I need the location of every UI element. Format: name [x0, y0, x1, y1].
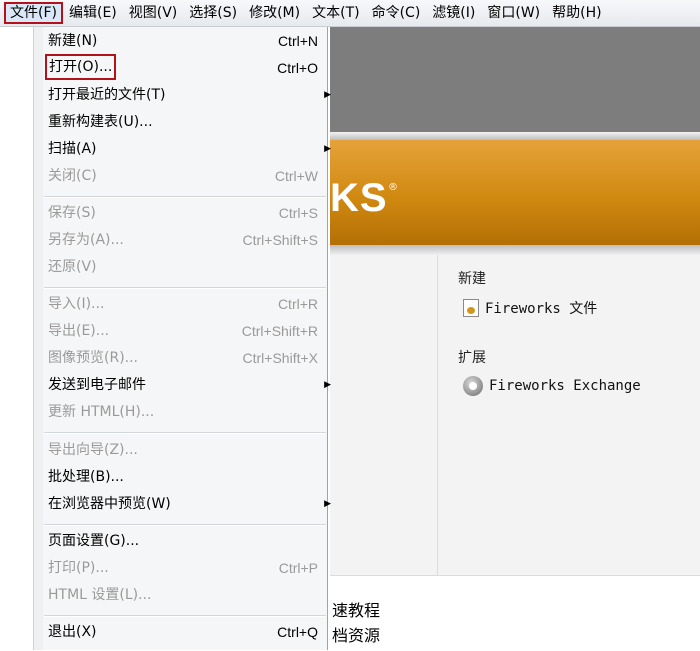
- menu-bar: 文件(F) 编辑(E) 视图(V) 选择(S) 修改(M) 文本(T) 命令(C…: [0, 0, 700, 27]
- menu-item-print: 打印(P)... Ctrl+P: [48, 557, 338, 579]
- menu-item-import-shortcut: Ctrl+R: [277, 296, 318, 312]
- file-menu-dropdown: 新建(N) Ctrl+N 打开(O)... Ctrl+O 打开最近的文件(T) …: [33, 27, 331, 650]
- menu-item-import: 导入(I)... Ctrl+R: [48, 293, 338, 315]
- menu-file[interactable]: 文件(F): [4, 2, 63, 24]
- menu-item-image-preview-label: 图像预览(R)...: [48, 350, 139, 366]
- menu-window[interactable]: 窗口(W): [481, 2, 546, 24]
- menu-item-export-wizard-label: 导出向导(Z)...: [48, 442, 138, 458]
- menu-item-import-label: 导入(I)...: [48, 296, 105, 312]
- menu-item-image-preview: 图像预览(R)... Ctrl+Shift+X: [48, 347, 338, 369]
- menu-item-scan-label: 扫描(A): [48, 141, 97, 157]
- new-fireworks-file-label: Fireworks 文件: [485, 301, 598, 317]
- menu-view[interactable]: 视图(V): [123, 2, 184, 24]
- menu-item-open-recent[interactable]: 打开最近的文件(T) ▶: [48, 84, 338, 106]
- menu-text[interactable]: 文本(T): [306, 2, 365, 24]
- menu-item-exit-label: 退出(X): [48, 624, 97, 640]
- fireworks-file-icon: [463, 299, 479, 317]
- product-banner: KS ®: [330, 140, 700, 245]
- menu-item-page-setup[interactable]: 页面设置(G)...: [48, 530, 338, 552]
- menu-item-save-label: 保存(S): [48, 205, 96, 221]
- menu-help[interactable]: 帮助(H): [546, 2, 607, 24]
- menu-item-export-shortcut: Ctrl+Shift+R: [241, 323, 318, 339]
- menu-item-preview-in-browser[interactable]: 在浏览器中预览(W) ▶: [48, 493, 338, 515]
- menu-item-new-shortcut: Ctrl+N: [277, 33, 318, 49]
- menu-item-save-shortcut: Ctrl+S: [278, 205, 318, 221]
- menu-item-open-label: 打开(O)...: [45, 54, 117, 80]
- menu-item-exit[interactable]: 退出(X) Ctrl+Q: [48, 621, 338, 643]
- menu-item-html-settings: HTML 设置(L)...: [48, 584, 338, 606]
- menu-select[interactable]: 选择(S): [183, 2, 243, 24]
- menu-commands[interactable]: 命令(C): [366, 2, 427, 24]
- menu-separator: [44, 287, 326, 289]
- submenu-arrow-icon: ▶: [324, 144, 331, 154]
- menu-filters[interactable]: 滤镜(I): [426, 2, 481, 24]
- registered-mark: ®: [388, 182, 398, 193]
- menu-item-open[interactable]: 打开(O)... Ctrl+O: [45, 54, 338, 80]
- menu-item-html-settings-label: HTML 设置(L)...: [48, 587, 152, 603]
- menu-item-close-shortcut: Ctrl+W: [274, 168, 318, 184]
- menu-separator: [44, 615, 326, 617]
- menu-modify[interactable]: 修改(M): [243, 2, 306, 24]
- documentation-link[interactable]: 档资源: [332, 622, 380, 646]
- menu-item-image-preview-shortcut: Ctrl+Shift+X: [242, 350, 318, 366]
- menu-item-open-recent-label: 打开最近的文件(T): [48, 87, 166, 103]
- menu-item-save-as-label: 另存为(A)...: [48, 232, 124, 248]
- menu-item-close-label: 关闭(C): [48, 168, 97, 184]
- menu-item-send-email-label: 发送到电子邮件: [48, 377, 146, 393]
- new-fireworks-file-link[interactable]: Fireworks 文件: [463, 298, 597, 318]
- exchange-icon: [463, 376, 483, 396]
- menu-item-page-setup-label: 页面设置(G)...: [48, 533, 140, 549]
- menu-item-batch-process-label: 批处理(B)...: [48, 469, 124, 485]
- new-section-heading: 新建: [458, 271, 486, 287]
- menu-item-rebuild-table-label: 重新构建表(U)...: [48, 114, 153, 130]
- fireworks-exchange-link[interactable]: Fireworks Exchange: [463, 376, 641, 396]
- menu-item-revert-label: 还原(V): [48, 259, 97, 275]
- submenu-arrow-icon: ▶: [324, 499, 331, 509]
- menu-item-save-as-shortcut: Ctrl+Shift+S: [242, 232, 318, 248]
- extend-section-heading: 扩展: [458, 350, 486, 366]
- menu-item-save: 保存(S) Ctrl+S: [48, 202, 338, 224]
- menu-item-open-shortcut: Ctrl+O: [277, 60, 318, 76]
- menu-item-new-label: 新建(N): [48, 33, 98, 49]
- menu-item-export-label: 导出(E)...: [48, 323, 110, 339]
- menu-item-rebuild-table[interactable]: 重新构建表(U)...: [48, 111, 338, 133]
- menu-gutter: [34, 27, 43, 650]
- menu-item-update-html: 更新 HTML(H)...: [48, 401, 338, 423]
- menu-separator: [44, 432, 326, 434]
- menu-item-save-as: 另存为(A)... Ctrl+Shift+S: [48, 229, 338, 251]
- menu-item-scan[interactable]: 扫描(A) ▶: [48, 138, 338, 160]
- menu-item-new[interactable]: 新建(N) Ctrl+N: [48, 30, 338, 52]
- start-page-footer: [330, 575, 700, 651]
- submenu-arrow-icon: ▶: [324, 90, 331, 100]
- submenu-arrow-icon: ▶: [324, 380, 331, 390]
- product-logo: KS: [330, 176, 388, 220]
- start-page-header: [330, 27, 700, 132]
- menu-item-batch-process[interactable]: 批处理(B)...: [48, 466, 338, 488]
- menu-item-update-html-label: 更新 HTML(H)...: [48, 404, 155, 420]
- menu-item-export: 导出(E)... Ctrl+Shift+R: [48, 320, 338, 342]
- banner-bottom-bevel: [330, 245, 700, 255]
- menu-item-close: 关闭(C) Ctrl+W: [48, 165, 338, 187]
- menu-separator: [44, 524, 326, 526]
- menu-item-print-label: 打印(P)...: [48, 560, 109, 576]
- menu-item-send-email[interactable]: 发送到电子邮件 ▶: [48, 374, 338, 396]
- menu-edit[interactable]: 编辑(E): [63, 2, 123, 24]
- menu-item-preview-in-browser-label: 在浏览器中预览(W): [48, 496, 171, 512]
- menu-item-print-shortcut: Ctrl+P: [278, 560, 318, 576]
- quick-tutorial-link[interactable]: 速教程: [332, 597, 380, 621]
- menu-item-export-wizard: 导出向导(Z)...: [48, 439, 338, 461]
- menu-item-revert: 还原(V): [48, 256, 338, 278]
- menu-item-exit-shortcut: Ctrl+Q: [277, 624, 318, 640]
- banner-top-bevel: [330, 132, 700, 140]
- menu-separator: [44, 196, 326, 198]
- fireworks-exchange-label: Fireworks Exchange: [489, 378, 641, 394]
